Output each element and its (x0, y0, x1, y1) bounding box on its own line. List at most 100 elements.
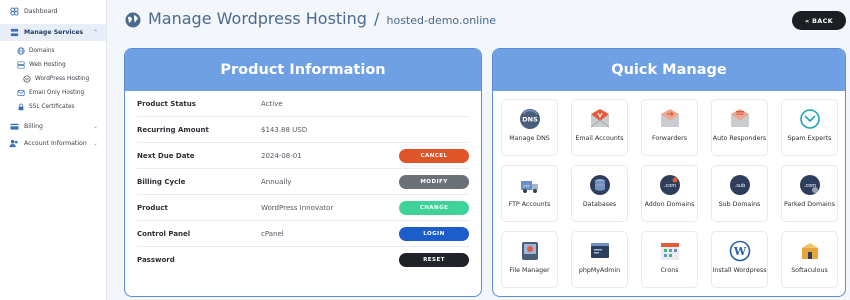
users-icon (9, 139, 19, 149)
table-row: Product Status Active (137, 91, 469, 117)
tile-label: Forwarders (651, 135, 688, 142)
quick-tile-email-accounts[interactable]: Email Accounts (571, 99, 628, 156)
row-label: Recurring Amount (137, 125, 209, 134)
lock-icon (16, 103, 25, 112)
table-row: Recurring Amount $143.88 USD (137, 117, 469, 143)
table-row: Password RESET (137, 247, 469, 273)
tile-label: Auto Responders (712, 135, 767, 142)
sidebar-item-ssl-certificates[interactable]: SSL Certificates (0, 100, 106, 114)
cancel-button[interactable]: CANCEL (399, 148, 469, 163)
back-button[interactable]: « BACK (792, 11, 846, 30)
credit-card-icon (9, 122, 19, 132)
table-row: Next Due Date 2024-08-01 CANCEL (137, 143, 469, 169)
page-title: Manage Wordpress Hosting / hosted-demo.o… (148, 9, 496, 28)
sidebar-item-account-information[interactable]: Account Information ⌄ (0, 135, 106, 152)
quick-tile-spam-experts[interactable]: Spam Experts (781, 99, 838, 156)
phpmyadmin-icon (589, 240, 611, 262)
domain-name: hosted-demo.online (386, 14, 497, 27)
sidebar-item-label: Manage Services (24, 29, 84, 36)
quick-manage-panel: Quick Manage DNS Manage DNS Email Accoun… (492, 48, 846, 297)
parked-domains-icon: .com (799, 174, 821, 196)
sidebar-item-label: Email Only Hosting (29, 90, 85, 96)
product-info-table: Product Status Active Recurring Amount $… (125, 91, 481, 273)
svg-text:AUTO: AUTO (735, 111, 744, 115)
table-row: Control Panel cPanel LOGIN (137, 221, 469, 247)
tile-label: Addon Domains (644, 201, 695, 208)
dashboard-icon (9, 7, 19, 17)
change-button[interactable]: CHANGE (399, 200, 469, 215)
quick-tile-file-manager[interactable]: File Manager (501, 231, 558, 288)
sidebar-item-web-hosting[interactable]: Web Hosting (0, 58, 106, 72)
quick-tile-softaculous[interactable]: Softaculous (781, 231, 838, 288)
quick-manage-grid: DNS Manage DNS Email Accounts Forwarders… (493, 91, 845, 296)
server-icon (16, 61, 25, 70)
row-value: Active (261, 99, 283, 108)
database-icon (589, 174, 611, 196)
row-label: Password (137, 256, 175, 264)
reset-button[interactable]: RESET (399, 253, 469, 267)
tile-label: FTP Accounts (508, 201, 551, 208)
sidebar-item-manage-services[interactable]: Manage Services ⌃ (0, 24, 106, 41)
quick-tile-forwarders[interactable]: Forwarders (641, 99, 698, 156)
row-value: 2024-08-01 (261, 151, 302, 160)
sidebar-item-label: WordPress Hosting (35, 76, 90, 82)
ftp-icon: FTP (519, 174, 541, 196)
panel-heading: Quick Manage (493, 49, 845, 91)
modify-button[interactable]: MODIFY (399, 174, 469, 189)
sidebar-item-email-only-hosting[interactable]: Email Only Hosting (0, 86, 106, 100)
tile-label: Crons (660, 267, 679, 274)
quick-tile-manage-dns[interactable]: DNS Manage DNS (501, 99, 558, 156)
sidebar-item-domains[interactable]: Domains (0, 44, 106, 58)
table-row: Billing Cycle Annually MODIFY (137, 169, 469, 195)
sidebar-item-label: Billing (24, 123, 43, 130)
sidebar-item-wordpress-hosting[interactable]: W WordPress Hosting (0, 72, 106, 86)
svg-text:W: W (732, 245, 746, 258)
tile-label: Softaculous (791, 267, 828, 274)
row-label: Product Status (137, 99, 196, 108)
row-label: Next Due Date (137, 151, 195, 160)
row-label: Billing Cycle (137, 177, 186, 186)
quick-tile-crons[interactable]: Crons (641, 231, 698, 288)
quick-tile-phpmyadmin[interactable]: phpMyAdmin (571, 231, 628, 288)
sub-domains-icon: .sub (729, 174, 751, 196)
email-accounts-icon (589, 108, 611, 130)
sidebar-item-label: Dashboard (24, 8, 58, 15)
svg-text:.com: .com (663, 183, 675, 189)
quick-tile-auto-responders[interactable]: AUTO Auto Responders (711, 99, 768, 156)
softaculous-icon (799, 240, 821, 262)
quick-tile-sub-domains[interactable]: .sub Sub Domains (711, 165, 768, 222)
sidebar-item-dashboard[interactable]: Dashboard (0, 3, 106, 20)
tile-label: Spam Experts (787, 135, 832, 142)
dns-icon: DNS (519, 108, 541, 130)
sidebar-item-billing[interactable]: Billing ⌄ (0, 118, 106, 135)
sidebar: Dashboard Manage Services ⌃ Domains Web … (0, 0, 107, 300)
crons-icon (659, 240, 681, 262)
sidebar-item-label: Domains (29, 48, 55, 54)
quick-tile-addon-domains[interactable]: .com Addon Domains (641, 165, 698, 222)
quick-tile-ftp-accounts[interactable]: FTP FTP Accounts (501, 165, 558, 222)
chevron-down-icon: ⌄ (92, 123, 98, 130)
login-button[interactable]: LOGIN (399, 226, 469, 241)
quick-tile-parked-domains[interactable]: .com Parked Domains (781, 165, 838, 222)
tile-label: Databases (582, 201, 617, 208)
addon-domains-icon: .com (659, 174, 681, 196)
quick-tile-install-wordpress[interactable]: W Install Wordpress (711, 231, 768, 288)
svg-text:DNS: DNS (522, 116, 538, 124)
quick-tile-databases[interactable]: Databases (571, 165, 628, 222)
page-title-text: Manage Wordpress Hosting (148, 9, 367, 28)
row-value: cPanel (261, 229, 284, 238)
wordpress-icon: W (22, 75, 31, 84)
sidebar-item-label: Account Information (24, 140, 87, 147)
chevron-up-icon: ⌃ (92, 29, 98, 36)
svg-text:FTP: FTP (523, 185, 529, 189)
sidebar-item-label: SSL Certificates (29, 104, 75, 110)
tile-label: phpMyAdmin (578, 267, 621, 274)
table-row: Product WordPress Innovator CHANGE (137, 195, 469, 221)
globe-icon (125, 12, 141, 28)
tile-label: Install Wordpress (712, 267, 767, 274)
row-value: $143.88 USD (261, 125, 308, 134)
product-information-panel: Product Information Product Status Activ… (124, 48, 482, 297)
tile-label: File Manager (509, 267, 550, 274)
row-label: Control Panel (137, 229, 191, 238)
wordpress-icon: W (729, 240, 751, 262)
